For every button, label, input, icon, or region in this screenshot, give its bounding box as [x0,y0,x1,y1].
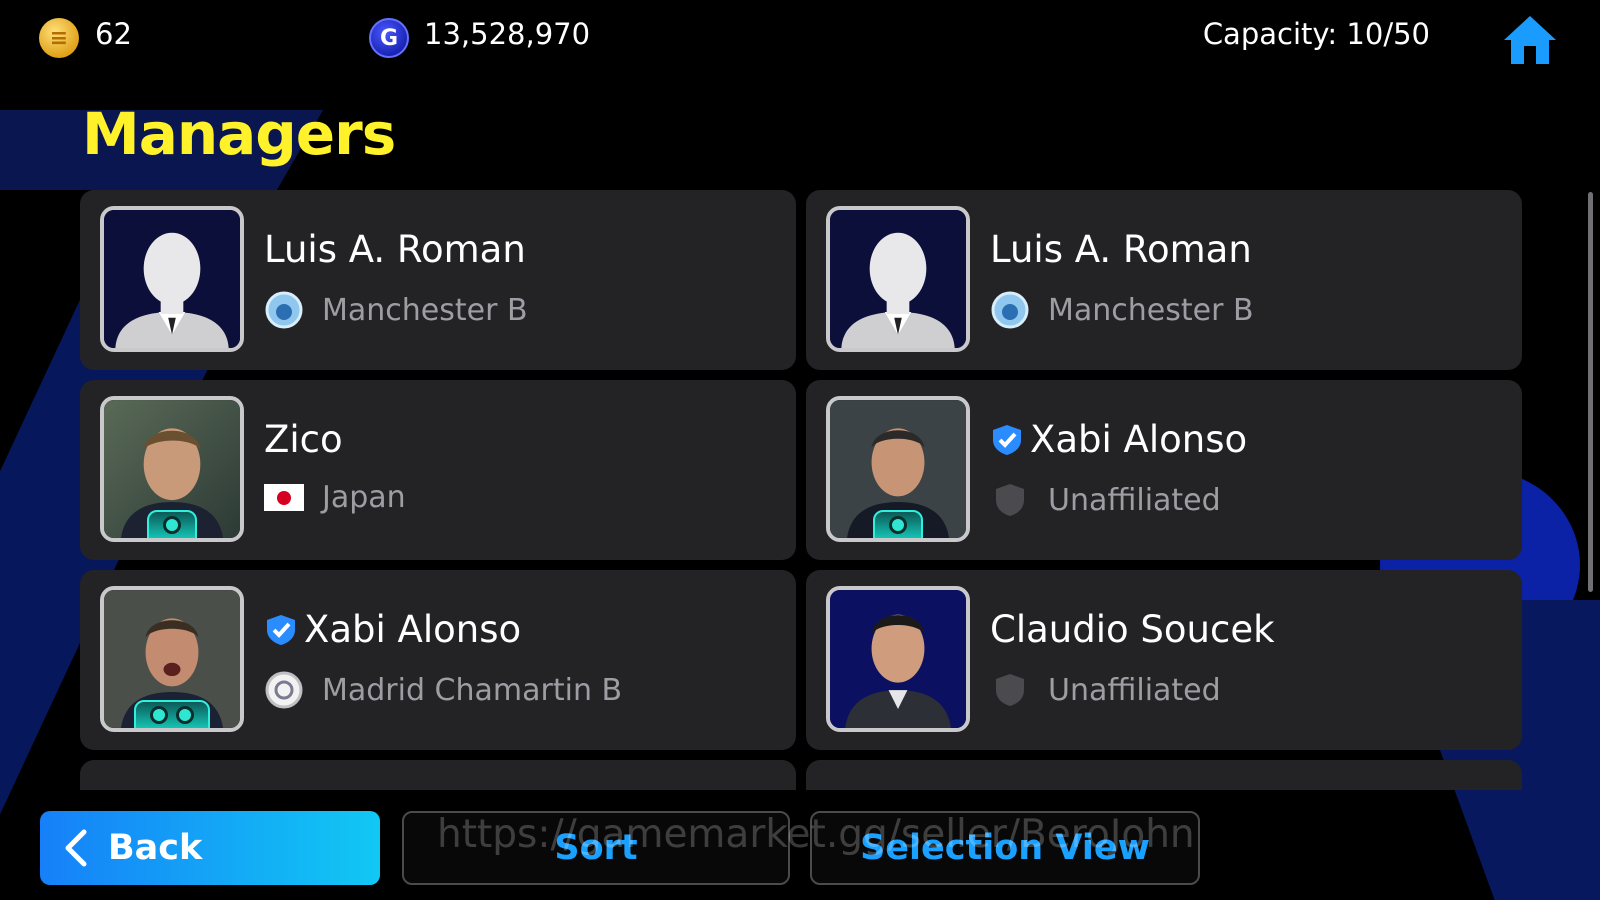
skill-badge [147,510,197,538]
silhouette-icon [830,210,966,348]
manager-photo [830,590,966,728]
page-title: Managers [82,100,396,168]
manager-affiliation: Japan [322,480,406,515]
manager-name: Luis A. Roman [990,228,1252,271]
manager-name: Claudio Soucek [990,608,1275,651]
manager-portrait [100,396,244,542]
manager-card[interactable]: Xabi Alonso Madrid Chamartin B [80,570,796,750]
gp-value: 13,528,970 [424,17,591,51]
back-button[interactable]: Back [40,811,380,885]
japan-flag-icon [264,484,304,511]
efootball-coin-icon: ≡ [39,18,79,58]
manager-portrait [100,586,244,732]
top-bar: ≡ 62 G 13,528,970 Capacity: 10/50 [0,0,1600,70]
manager-card[interactable]: Claudio Soucek Unaffiliated [806,570,1522,750]
skill-badge [873,510,923,538]
home-icon [1504,16,1556,64]
manager-affiliation: Unaffiliated [1048,482,1221,518]
manager-portrait [826,396,970,542]
verified-shield-icon [267,614,295,645]
back-label: Back [108,828,203,868]
sort-label: Sort [554,828,638,868]
skill-badge [134,700,210,728]
shield-icon [996,484,1024,516]
manager-card[interactable]: Luis A. Roman Manchester B [806,190,1522,370]
manager-affiliation: Manchester B [1048,292,1254,328]
sort-button[interactable]: Sort [402,811,790,885]
silhouette-icon [104,210,240,348]
manager-name: Xabi Alonso [1030,418,1248,461]
club-crest-icon [264,290,304,330]
selection-view-label: Selection View [860,828,1150,868]
coins-value: 62 [95,17,132,51]
scrollbar[interactable] [1588,192,1593,592]
manager-portrait [826,586,970,732]
gp-coin-icon: G [369,18,409,58]
shield-icon [996,674,1024,706]
capacity-text: Capacity: 10/50 [1202,17,1430,51]
manager-portrait [100,206,244,352]
manager-card[interactable]: Xabi Alonso Unaffiliated [806,380,1522,560]
selection-view-button[interactable]: Selection View [810,811,1200,885]
home-button[interactable] [1502,14,1558,66]
manager-card[interactable]: Zico Japan [80,380,796,560]
manager-card[interactable] [806,760,1522,790]
manager-card[interactable]: Luis A. Roman Manchester B [80,190,796,370]
manager-list[interactable]: Luis A. Roman Manchester B Luis A. Roman [80,190,1522,790]
manager-card[interactable] [80,760,796,790]
verified-shield-icon [993,424,1021,455]
club-crest-icon [264,670,304,710]
manager-portrait [826,206,970,352]
manager-affiliation: Manchester B [322,292,528,328]
chevron-left-icon [65,829,87,867]
manager-affiliation: Unaffiliated [1048,672,1221,708]
manager-name: Luis A. Roman [264,228,526,271]
manager-name: Zico [264,418,343,461]
manager-affiliation: Madrid Chamartin B [322,672,623,708]
club-crest-icon [990,290,1030,330]
manager-name: Xabi Alonso [304,608,522,651]
